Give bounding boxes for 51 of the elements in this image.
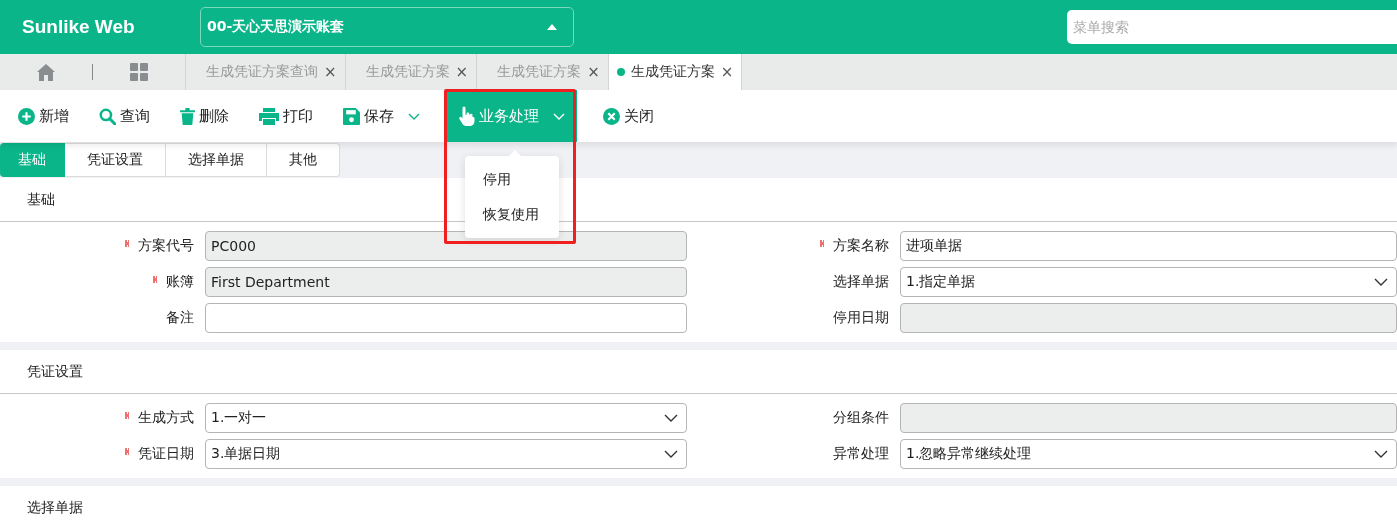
field-label: 方案代号 — [138, 237, 194, 253]
field-label: 选择单据 — [833, 273, 889, 289]
close-tab-button[interactable]: × — [720, 63, 734, 81]
field-label: 方案名称 — [833, 237, 889, 253]
pointing-hand-icon — [458, 106, 475, 126]
close-tab-button[interactable]: × — [587, 63, 600, 81]
active-dot-icon — [616, 68, 625, 76]
field-label: 生成方式 — [138, 409, 194, 425]
toolbar-button[interactable]: 保存 — [339, 90, 424, 142]
grid-icon — [130, 63, 148, 81]
menu-item[interactable]: 停用 — [465, 162, 559, 197]
trash-icon — [180, 107, 195, 125]
chevron-down-icon — [664, 414, 678, 422]
section-tab[interactable]: 凭证设置 — [65, 143, 166, 177]
toolbar-button[interactable]: 打印 — [255, 90, 317, 142]
section-tab[interactable]: 其他 — [267, 143, 340, 177]
select-field[interactable]: 1.忽略异常继续处理 — [900, 439, 1397, 469]
toolbar-button[interactable]: 删除 — [176, 90, 233, 142]
chevron-down-icon — [1374, 278, 1388, 286]
chevron-down-icon — [1374, 450, 1388, 458]
toolbar-button[interactable]: 新增 — [14, 90, 73, 142]
field-label: 分组条件 — [833, 409, 889, 425]
toolbar-button[interactable]: 查询 — [95, 90, 154, 142]
printer-icon — [259, 107, 279, 125]
close-tab-button[interactable]: × — [324, 63, 337, 81]
chevron-down-icon — [664, 450, 678, 458]
select-field[interactable]: 1.指定单据 — [900, 267, 1397, 297]
field-label: 异常处理 — [833, 445, 889, 461]
close-circle-icon — [603, 107, 620, 125]
app-logo: Sunlike Web — [22, 16, 136, 38]
field-label: 账簿 — [166, 273, 194, 289]
text-field[interactable]: 进项单据 — [900, 231, 1397, 261]
toolbar-button[interactable]: 关闭 — [599, 90, 658, 142]
home-icon — [37, 63, 55, 81]
page-tab[interactable]: 生成凭证方案 × — [607, 54, 743, 90]
section-title: 凭证设置 — [27, 362, 83, 381]
section-title: 选择单据 — [27, 498, 83, 517]
field-label: 凭证日期 — [138, 445, 194, 461]
section-tab[interactable]: 选择单据 — [166, 143, 267, 177]
field-label: 停用日期 — [833, 309, 889, 325]
select-field[interactable]: 3.单据日期 — [205, 439, 687, 469]
search-icon — [99, 107, 116, 125]
field-label: 备注 — [166, 309, 194, 325]
menu-item[interactable]: 恢复使用 — [465, 197, 559, 232]
caret-up-icon — [547, 24, 557, 30]
section-title: 基础 — [27, 190, 55, 209]
menu-search-field[interactable]: 菜单搜索 — [1067, 10, 1397, 44]
select-field[interactable]: 1.一对一 — [205, 403, 687, 433]
close-tab-button[interactable]: × — [455, 63, 469, 81]
plus-circle-icon — [18, 107, 35, 125]
text-field[interactable] — [205, 303, 687, 333]
